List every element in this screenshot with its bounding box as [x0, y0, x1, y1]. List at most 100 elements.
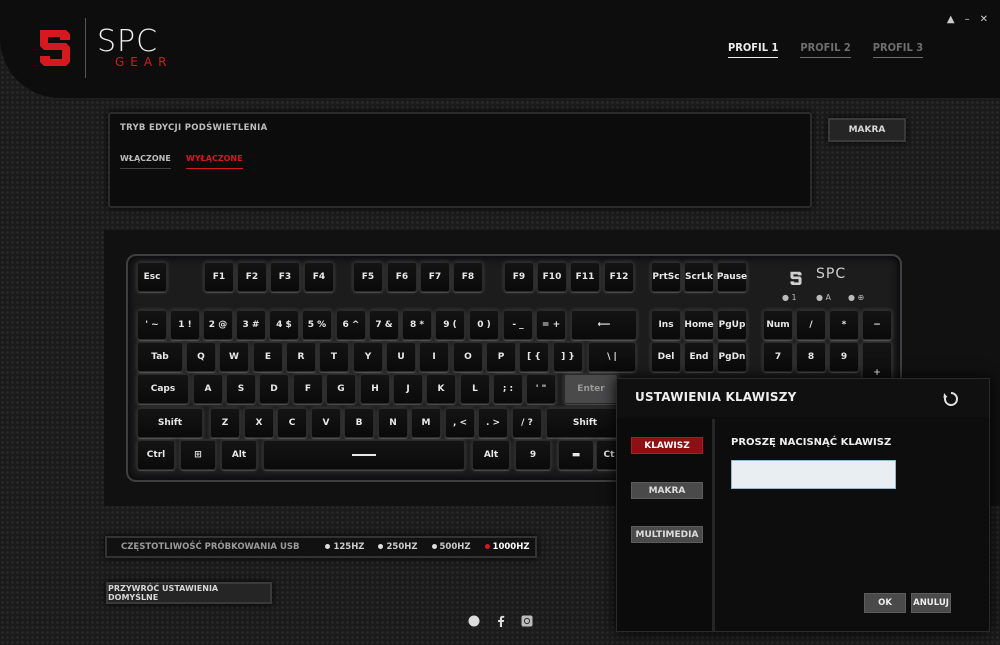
- key-6[interactable]: 6 ^: [336, 310, 366, 340]
- usb-option-500[interactable]: 500HZ: [431, 542, 471, 552]
- key-e[interactable]: E: [253, 342, 283, 372]
- tab-profile-1[interactable]: PROFIL 1: [728, 41, 779, 58]
- facebook-icon[interactable]: [495, 615, 507, 627]
- key-backspace[interactable]: ⟵: [571, 310, 637, 340]
- key-g[interactable]: G: [326, 374, 356, 404]
- key-tilde[interactable]: ' ~: [137, 310, 167, 340]
- key-f4[interactable]: F4: [304, 262, 334, 292]
- key-u[interactable]: U: [386, 342, 416, 372]
- tab-profile-3[interactable]: PROFIL 3: [872, 41, 924, 58]
- macro-button[interactable]: MAKRA: [828, 118, 906, 142]
- key-tab[interactable]: Tab: [137, 342, 183, 372]
- refresh-icon[interactable]: [943, 391, 959, 407]
- key-f2[interactable]: F2: [237, 262, 267, 292]
- tab-profile-2[interactable]: PROFIL 2: [800, 41, 851, 58]
- key-lctrl[interactable]: Ctrl: [137, 440, 175, 470]
- key-num7[interactable]: 7: [763, 342, 793, 372]
- key-s[interactable]: S: [226, 374, 256, 404]
- close-icon[interactable]: ✕: [980, 14, 988, 25]
- key-h[interactable]: H: [360, 374, 390, 404]
- key-x[interactable]: X: [244, 408, 274, 438]
- key-caps[interactable]: Caps: [137, 374, 189, 404]
- key-lbracket[interactable]: [ {: [519, 342, 549, 372]
- key-equals[interactable]: = +: [536, 310, 566, 340]
- key-f12[interactable]: F12: [604, 262, 634, 292]
- key-2[interactable]: 2 @: [203, 310, 233, 340]
- key-f[interactable]: F: [293, 374, 323, 404]
- key-k[interactable]: K: [426, 374, 456, 404]
- key-f5[interactable]: F5: [353, 262, 383, 292]
- key-home[interactable]: Home: [684, 310, 714, 340]
- key-fn[interactable]: 9: [515, 440, 551, 470]
- key-enter[interactable]: Enter: [564, 374, 618, 404]
- key-v[interactable]: V: [311, 408, 341, 438]
- key-lalt[interactable]: Alt: [221, 440, 257, 470]
- key-ralt[interactable]: Alt: [472, 440, 510, 470]
- key-1[interactable]: 1 !: [170, 310, 200, 340]
- tab-multimedia[interactable]: MULTIMEDIA: [631, 526, 703, 543]
- key-z[interactable]: Z: [210, 408, 240, 438]
- key-quote[interactable]: ' ": [526, 374, 556, 404]
- key-5[interactable]: 5 %: [302, 310, 332, 340]
- key-f10[interactable]: F10: [537, 262, 567, 292]
- key-m[interactable]: M: [411, 408, 441, 438]
- circle-icon[interactable]: [468, 615, 480, 627]
- key-pgup[interactable]: PgUp: [717, 310, 747, 340]
- restore-icon[interactable]: ▲: [947, 14, 955, 25]
- key-rshift[interactable]: Shift: [546, 408, 624, 438]
- usb-option-125[interactable]: 125HZ: [325, 542, 364, 552]
- lighting-off-option[interactable]: WYŁĄCZONE: [186, 154, 243, 169]
- key-num-slash[interactable]: /: [796, 310, 826, 340]
- key-numlock[interactable]: Num: [763, 310, 793, 340]
- key-pause[interactable]: Pause: [717, 262, 747, 292]
- key-f6[interactable]: F6: [387, 262, 417, 292]
- key-f7[interactable]: F7: [420, 262, 450, 292]
- key-7[interactable]: 7 &: [369, 310, 399, 340]
- key-y[interactable]: Y: [353, 342, 383, 372]
- key-del[interactable]: Del: [651, 342, 681, 372]
- key-num9[interactable]: 9: [829, 342, 859, 372]
- tab-key[interactable]: KLAWISZ: [631, 437, 703, 454]
- key-esc[interactable]: Esc: [137, 262, 167, 292]
- key-comma[interactable]: , <: [445, 408, 475, 438]
- key-q[interactable]: Q: [186, 342, 216, 372]
- key-f9[interactable]: F9: [504, 262, 534, 292]
- lighting-on-option[interactable]: WŁĄCZONE: [120, 154, 171, 169]
- key-num-star[interactable]: *: [829, 310, 859, 340]
- key-num-minus[interactable]: −: [862, 310, 892, 340]
- tab-macro[interactable]: MAKRA: [631, 482, 703, 499]
- usb-option-250[interactable]: 250HZ: [378, 542, 418, 552]
- instagram-icon[interactable]: [521, 615, 533, 627]
- key-f1[interactable]: F1: [204, 262, 234, 292]
- key-4[interactable]: 4 $: [269, 310, 299, 340]
- key-num8[interactable]: 8: [796, 342, 826, 372]
- ok-button[interactable]: OK: [864, 593, 906, 613]
- key-ins[interactable]: Ins: [651, 310, 681, 340]
- key-lshift[interactable]: Shift: [137, 408, 203, 438]
- key-period[interactable]: . >: [478, 408, 508, 438]
- key-minus[interactable]: - _: [503, 310, 533, 340]
- key-a[interactable]: A: [193, 374, 223, 404]
- key-0[interactable]: 0 ): [469, 310, 499, 340]
- key-b[interactable]: B: [344, 408, 374, 438]
- key-l[interactable]: L: [460, 374, 490, 404]
- key-j[interactable]: J: [393, 374, 423, 404]
- reset-defaults-button[interactable]: PRZYWRÓĆ USTAWIENIA DOMYŚLNE: [106, 582, 272, 604]
- key-semicolon[interactable]: ; :: [493, 374, 523, 404]
- key-o[interactable]: O: [453, 342, 483, 372]
- key-end[interactable]: End: [684, 342, 714, 372]
- key-n[interactable]: N: [378, 408, 408, 438]
- key-w[interactable]: W: [219, 342, 249, 372]
- key-capture-input[interactable]: [731, 460, 896, 489]
- key-r[interactable]: R: [286, 342, 316, 372]
- key-i[interactable]: I: [419, 342, 449, 372]
- key-t[interactable]: T: [319, 342, 349, 372]
- key-8[interactable]: 8 *: [402, 310, 432, 340]
- key-win[interactable]: ⊞: [180, 440, 216, 470]
- key-c[interactable]: C: [277, 408, 307, 438]
- key-pgdn[interactable]: PgDn: [717, 342, 747, 372]
- key-space[interactable]: [263, 440, 465, 470]
- key-f3[interactable]: F3: [270, 262, 300, 292]
- key-p[interactable]: P: [486, 342, 516, 372]
- key-f8[interactable]: F8: [453, 262, 483, 292]
